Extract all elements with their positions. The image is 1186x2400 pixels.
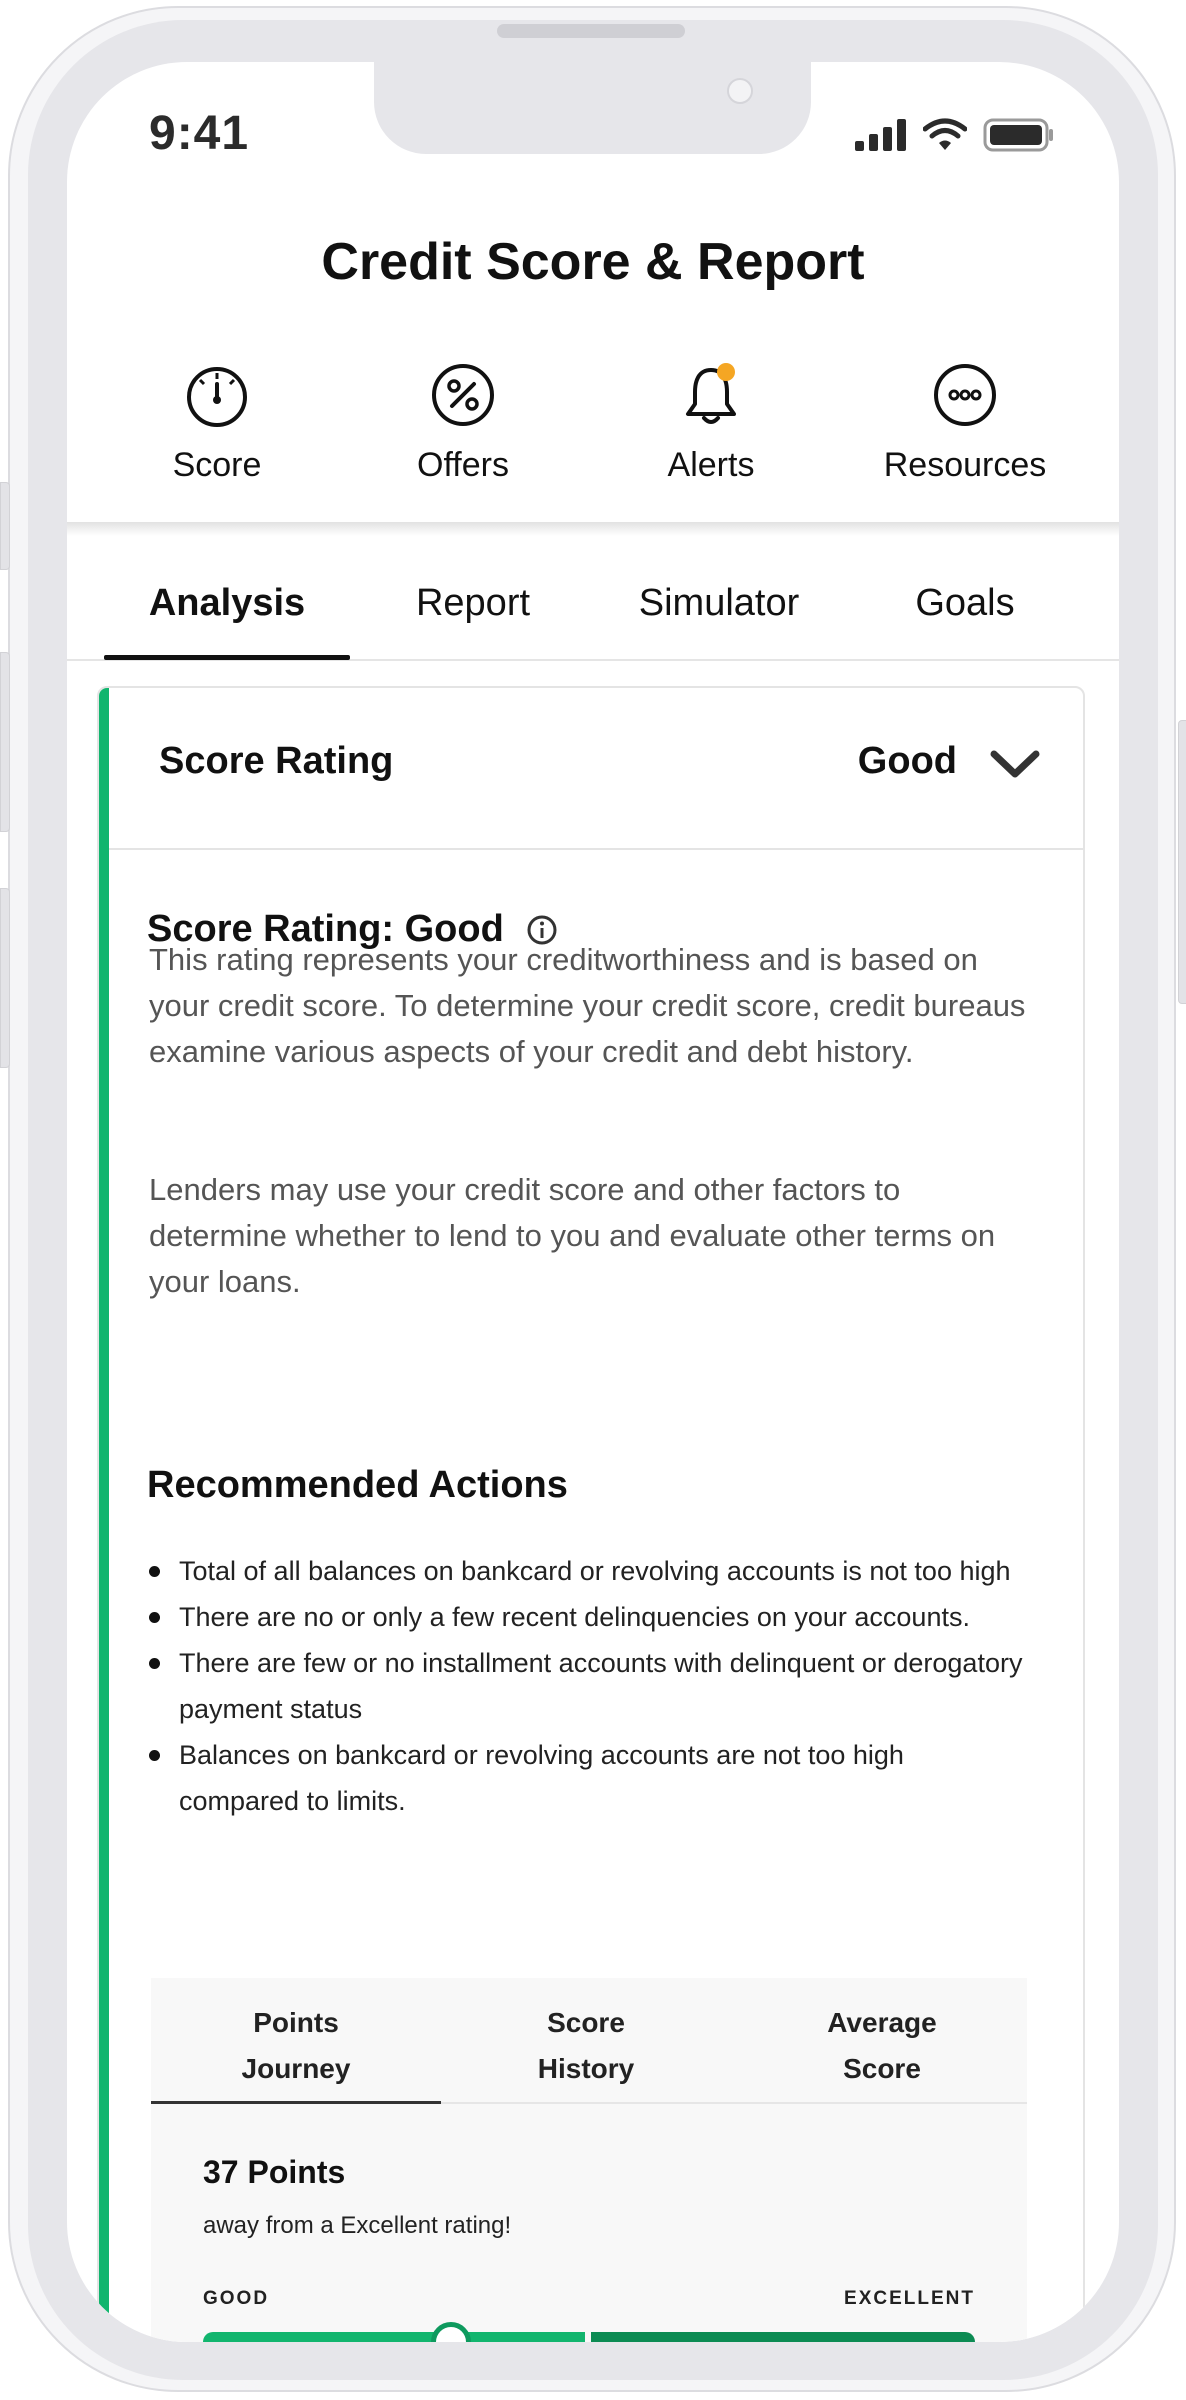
signal-icon [855, 119, 906, 151]
nav-label-resources: Resources [883, 446, 1047, 484]
points-journey-panel: Points Journey Score History Average Sco… [151, 1978, 1027, 2342]
nav-item-resources[interactable]: Resources [865, 362, 1065, 485]
progress-bar-good-segment [203, 2332, 585, 2342]
score-rating-header[interactable]: Score Rating Good [109, 688, 1083, 850]
tab-points-journey[interactable]: Points Journey [151, 2000, 441, 2092]
tab-line-2: Journey [241, 2053, 351, 2084]
top-nav: Score Offers Alerts Resources [67, 362, 1119, 522]
score-position-marker [431, 2322, 471, 2342]
card-accent-bar [99, 688, 109, 2342]
nav-item-score[interactable]: Score [117, 362, 317, 485]
nav-label-offers: Offers [417, 446, 509, 484]
tab-analysis[interactable]: Analysis [104, 582, 350, 625]
tab-line-1: Points [253, 2007, 339, 2038]
tab-line-2: History [537, 2053, 635, 2084]
recommended-actions-list: Total of all balances on bankcard or rev… [147, 1548, 1027, 1824]
level-label-good: GOOD [203, 2288, 270, 2309]
points-away-value: 37 Points [203, 2154, 346, 2190]
nav-label-score: Score [172, 446, 262, 484]
journey-active-tab-indicator [151, 2101, 441, 2104]
description-paragraph-2: Lenders may use your credit score and ot… [149, 1172, 996, 1299]
camera-icon [727, 78, 753, 104]
rating-value: Good [857, 740, 957, 782]
list-item: There are few or no installment accounts… [147, 1640, 1027, 1732]
description-paragraph-1: This rating represents your creditworthi… [149, 942, 1026, 1069]
battery-icon [983, 118, 1053, 152]
speedometer-icon [187, 367, 247, 427]
list-item: There are no or only a few recent delinq… [147, 1594, 1027, 1640]
status-time: 9:41 [149, 107, 250, 160]
tab-line-1: Score [547, 2007, 625, 2038]
tab-line-1: Average [827, 2007, 937, 2038]
notch [374, 62, 811, 154]
nav-item-alerts[interactable]: Alerts [611, 362, 811, 485]
side-button-right [1178, 720, 1186, 1004]
side-button-left-2 [0, 652, 10, 832]
tab-score-history[interactable]: Score History [441, 2000, 731, 2092]
side-button-left-3 [0, 888, 10, 1068]
progress-bar-excellent-segment [591, 2332, 975, 2342]
bell-icon [686, 363, 736, 424]
side-button-left-1 [0, 482, 10, 570]
phone-screen: 9:41 Credit Score & Report Score Offers … [67, 62, 1119, 2342]
list-item: Total of all balances on bankcard or rev… [147, 1548, 1027, 1594]
chevron-down-icon[interactable] [989, 748, 1041, 780]
list-item: Balances on bankcard or revolving accoun… [147, 1732, 1027, 1824]
status-icons [855, 118, 1055, 152]
percent-icon [432, 364, 494, 426]
tab-report[interactable]: Report [350, 582, 596, 625]
wifi-icon [923, 118, 967, 150]
card-title: Score Rating [159, 740, 394, 782]
nav-divider-shadow [67, 522, 1119, 536]
points-away-subtitle: away from a Excellent rating! [203, 2212, 512, 2239]
recommended-actions-title: Recommended Actions [147, 1464, 568, 1506]
tab-goals[interactable]: Goals [842, 582, 1088, 625]
tab-simulator[interactable]: Simulator [596, 582, 842, 625]
tab-average-score[interactable]: Average Score [737, 2000, 1027, 2092]
nav-label-alerts: Alerts [667, 446, 755, 484]
tab-bar: Analysis Report Simulator Goals [67, 582, 1119, 662]
more-icon [934, 364, 996, 426]
level-label-excellent: EXCELLENT [844, 2288, 975, 2309]
tab-line-2: Score [843, 2053, 921, 2084]
active-tab-indicator [104, 655, 350, 660]
alert-badge-dot [717, 363, 735, 381]
speaker-grille [497, 24, 685, 38]
score-rating-card: Score Rating Good Score Rating: Good Thi… [97, 686, 1085, 2342]
nav-item-offers[interactable]: Offers [363, 362, 563, 485]
page-title: Credit Score & Report [321, 233, 865, 291]
